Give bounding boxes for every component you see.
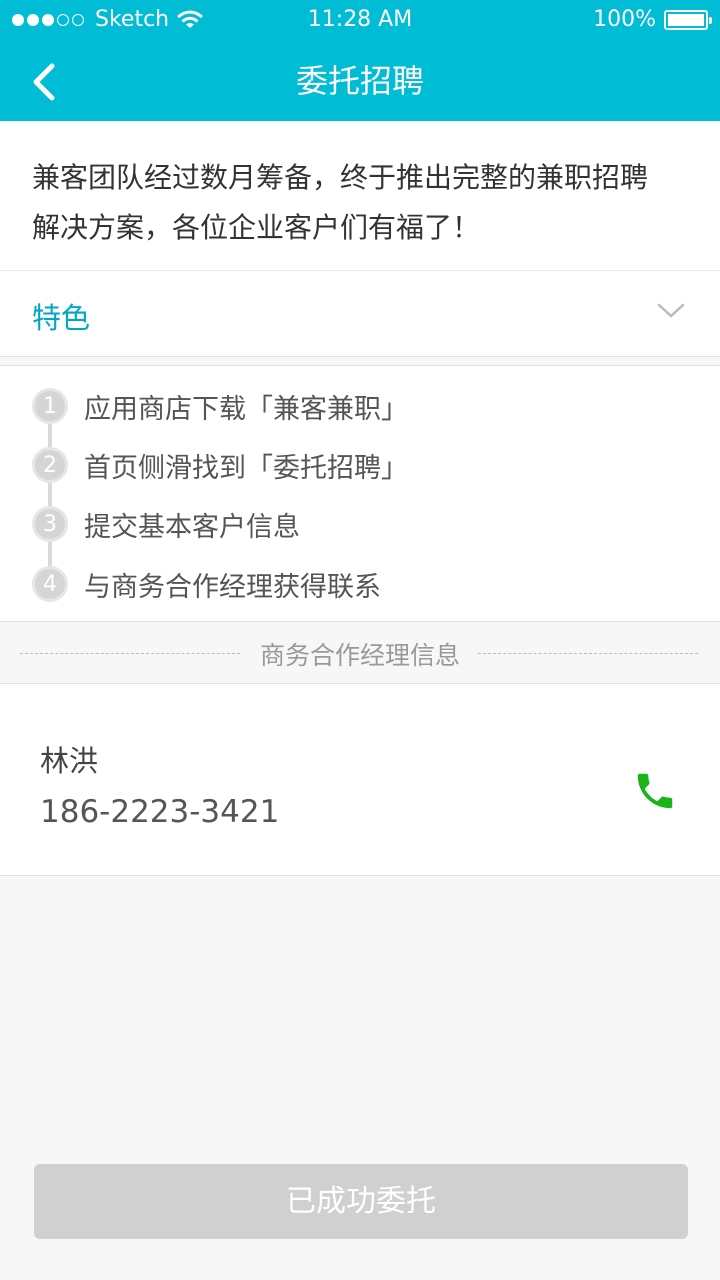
step-number-badge: 3 — [32, 506, 68, 542]
step-text: 与商务合作经理获得联系 — [84, 571, 381, 603]
step-item: 4 与商务合作经理获得联系 — [32, 564, 381, 604]
step-item: 3 提交基本客户信息 — [32, 504, 300, 544]
chevron-down-icon — [657, 303, 685, 318]
section-divider-label: 商务合作经理信息 — [259, 641, 460, 670]
manager-card: 林洪 186-2223-3421 — [0, 683, 720, 876]
step-number-badge: 4 — [32, 566, 68, 602]
app-header: Sketch 11:28 AM 100% 委托招聘 — [0, 0, 720, 121]
manager-phone: 186-2223-3421 — [40, 794, 280, 830]
section-divider: 商务合作经理信息 — [0, 622, 720, 684]
intro-text: 兼客团队经过数月筹备，终于推出完整的兼职招聘 解决方案，各位企业客户们有福了！ — [0, 121, 720, 271]
call-button[interactable] — [632, 768, 678, 814]
submit-button[interactable]: 已成功委托 — [34, 1164, 688, 1239]
intro-line-1: 兼客团队经过数月筹备，终于推出完整的兼职招聘 — [32, 161, 649, 194]
status-bar: Sketch 11:28 AM 100% — [0, 0, 720, 40]
feature-label: 特色 — [32, 301, 91, 335]
step-text: 应用商店下载「兼客兼职」 — [84, 393, 408, 425]
battery-icon — [664, 9, 712, 30]
page-title: 委托招聘 — [295, 62, 424, 100]
step-item: 2 首页侧滑找到「委托招聘」 — [32, 445, 408, 485]
manager-name: 林洪 — [40, 744, 99, 778]
feature-expander[interactable]: 特色 — [0, 271, 720, 357]
step-number-badge: 1 — [32, 388, 68, 424]
step-text: 首页侧滑找到「委托招聘」 — [84, 452, 408, 484]
divider-line-right — [478, 653, 698, 654]
steps-connector-line — [48, 408, 52, 588]
steps-list: 1 应用商店下载「兼客兼职」 2 首页侧滑找到「委托招聘」 3 提交基本客户信息… — [0, 365, 720, 622]
battery-percent: 100% — [593, 7, 656, 32]
step-text: 提交基本客户信息 — [84, 511, 300, 543]
phone-icon — [637, 773, 673, 809]
intro-line-2: 解决方案，各位企业客户们有福了！ — [32, 211, 481, 244]
step-number-badge: 2 — [32, 447, 68, 483]
step-item: 1 应用商店下载「兼客兼职」 — [32, 386, 408, 426]
nav-bar: 委托招聘 — [0, 40, 720, 121]
